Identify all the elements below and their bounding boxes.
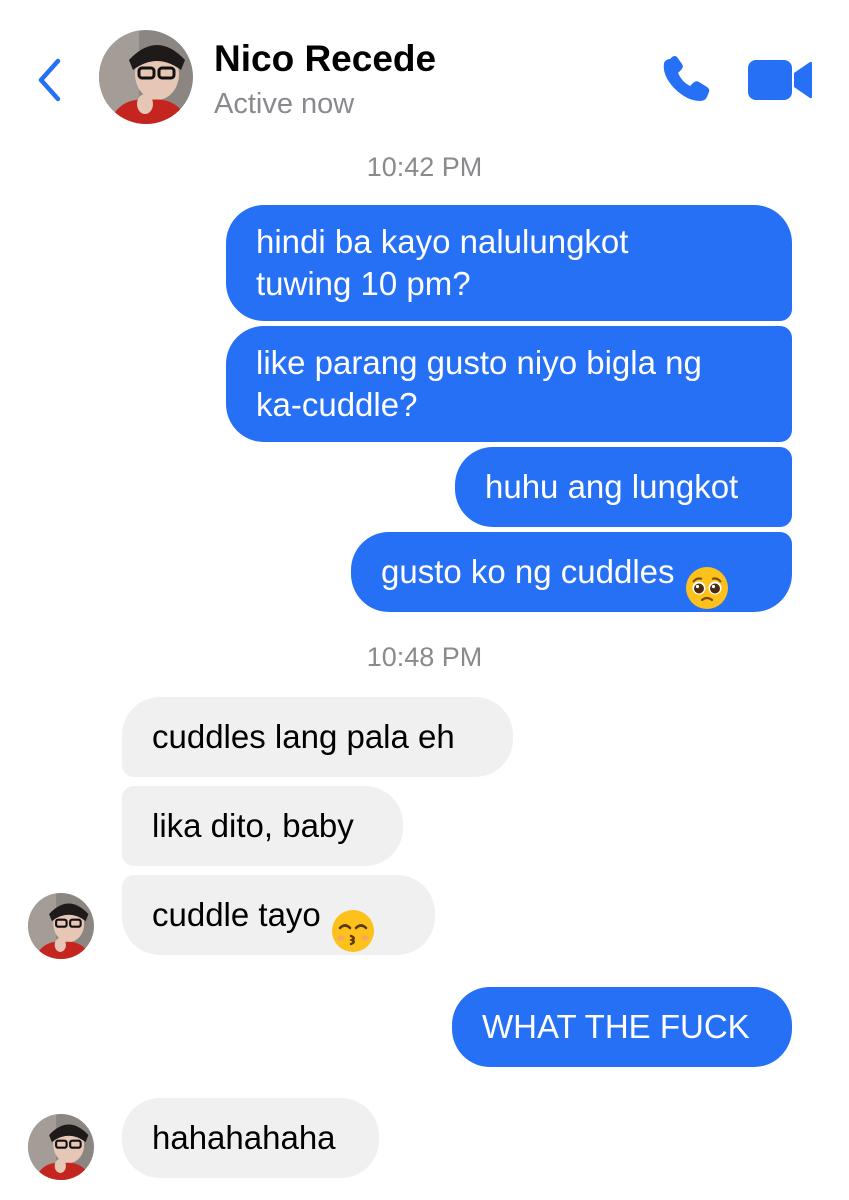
kissing-face-emoji — [331, 867, 375, 963]
incoming-message[interactable]: cuddles lang pala eh — [122, 697, 513, 777]
message-text: lika dito, baby — [152, 807, 354, 844]
video-camera-icon — [748, 60, 812, 100]
chevron-left-icon — [38, 58, 61, 102]
incoming-message[interactable]: lika dito, baby — [122, 786, 403, 866]
video-call-button[interactable] — [746, 56, 814, 104]
message-text: cuddles lang pala eh — [152, 718, 455, 755]
outgoing-message[interactable]: huhu ang lungkot — [455, 447, 792, 527]
outgoing-message[interactable]: hindi ba kayo nalulungkot tuwing 10 pm? — [226, 205, 792, 321]
outgoing-message[interactable]: like parang gusto niyo bigla ng ka-cuddl… — [226, 326, 792, 442]
message-text: like parang gusto niyo bigla ng ka-cuddl… — [256, 344, 702, 423]
message-text: cuddle tayo — [152, 896, 321, 933]
phone-icon — [663, 56, 710, 101]
message-text: gusto ko ng cuddles — [381, 553, 675, 590]
message-text: hahahahaha — [152, 1119, 336, 1156]
pleading-face-emoji — [685, 524, 729, 620]
contact-avatar[interactable] — [99, 30, 193, 124]
outgoing-message[interactable]: gusto ko ng cuddles — [351, 532, 792, 612]
back-button[interactable] — [30, 52, 70, 108]
voice-call-button[interactable] — [660, 55, 712, 105]
contact-name[interactable]: Nico Recede — [214, 38, 436, 80]
contact-avatar-small[interactable] — [28, 1114, 94, 1180]
outgoing-message[interactable]: WHAT THE FUCK — [452, 987, 792, 1067]
contact-avatar-small[interactable] — [28, 893, 94, 959]
active-status: Active now — [214, 88, 355, 120]
incoming-message[interactable]: hahahahaha — [122, 1098, 379, 1178]
timestamp: 10:42 PM — [366, 152, 483, 182]
incoming-message[interactable]: cuddle tayo — [122, 875, 435, 955]
timestamp: 10:48 PM — [366, 642, 483, 672]
message-text: WHAT THE FUCK — [482, 1008, 750, 1045]
message-text: hindi ba kayo nalulungkot tuwing 10 pm? — [256, 223, 629, 302]
message-text: huhu ang lungkot — [485, 468, 739, 505]
